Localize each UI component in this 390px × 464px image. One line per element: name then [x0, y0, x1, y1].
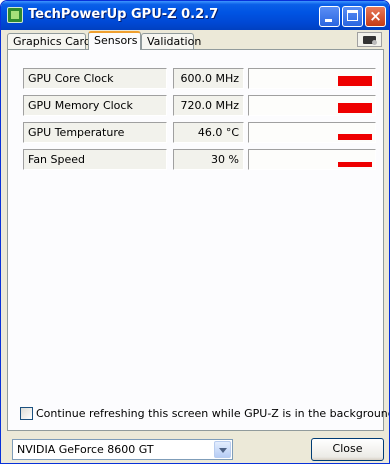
sensor-value: 46.0 °C — [173, 122, 244, 143]
minimize-button[interactable] — [319, 6, 340, 27]
gpu-select-value: NVIDIA GeForce 8600 GT — [17, 443, 154, 456]
sensor-name: Fan Speed — [23, 149, 167, 170]
sensor-row-gpu-core-clock: GPU Core Clock 600.0 MHz — [23, 68, 376, 89]
chevron-down-icon[interactable] — [214, 441, 231, 458]
sensor-graph — [248, 122, 376, 143]
sensor-graph — [248, 149, 376, 170]
sensors-panel: GPU Core Clock 600.0 MHz GPU Memory Cloc… — [7, 49, 384, 431]
close-button[interactable]: Close — [311, 438, 384, 461]
sensor-name: GPU Temperature — [23, 122, 167, 143]
sensor-row-gpu-memory-clock: GPU Memory Clock 720.0 MHz — [23, 95, 376, 116]
tab-sensors[interactable]: Sensors — [88, 31, 141, 50]
window-title: TechPowerUp GPU-Z 0.2.7 — [28, 7, 219, 22]
maximize-button[interactable] — [342, 6, 363, 27]
refresh-checkbox-label[interactable]: Continue refreshing this screen while GP… — [36, 407, 389, 420]
gpuz-window: TechPowerUp GPU-Z 0.2.7 × Graphics Card … — [0, 0, 390, 464]
screenshot-button[interactable] — [357, 32, 382, 47]
close-window-button[interactable]: × — [365, 6, 386, 27]
sensor-name: GPU Core Clock — [23, 68, 167, 89]
sensor-bar — [338, 103, 372, 113]
sensor-graph — [248, 95, 376, 116]
tab-graphics-card[interactable]: Graphics Card — [7, 33, 91, 49]
sensor-name: GPU Memory Clock — [23, 95, 167, 116]
sensor-value: 600.0 MHz — [173, 68, 244, 89]
sensor-bar — [338, 134, 372, 140]
tab-validation[interactable]: Validation — [141, 33, 201, 49]
sensor-value: 720.0 MHz — [173, 95, 244, 116]
minimize-icon — [325, 19, 332, 22]
refresh-checkbox[interactable] — [20, 407, 33, 420]
sensor-row-fan-speed: Fan Speed 30 % — [23, 149, 376, 170]
sensor-bar — [338, 162, 372, 167]
maximize-icon — [347, 10, 358, 21]
sensor-bar — [338, 76, 372, 86]
camera-icon — [363, 36, 377, 45]
gpuz-app-icon[interactable] — [7, 7, 23, 23]
close-icon: × — [369, 7, 382, 25]
sensor-graph — [248, 68, 376, 89]
gpu-select[interactable]: NVIDIA GeForce 8600 GT — [12, 439, 233, 460]
sensor-value: 30 % — [173, 149, 244, 170]
title-bar[interactable]: TechPowerUp GPU-Z 0.2.7 × — [1, 1, 389, 30]
sensor-row-gpu-temperature: GPU Temperature 46.0 °C — [23, 122, 376, 143]
